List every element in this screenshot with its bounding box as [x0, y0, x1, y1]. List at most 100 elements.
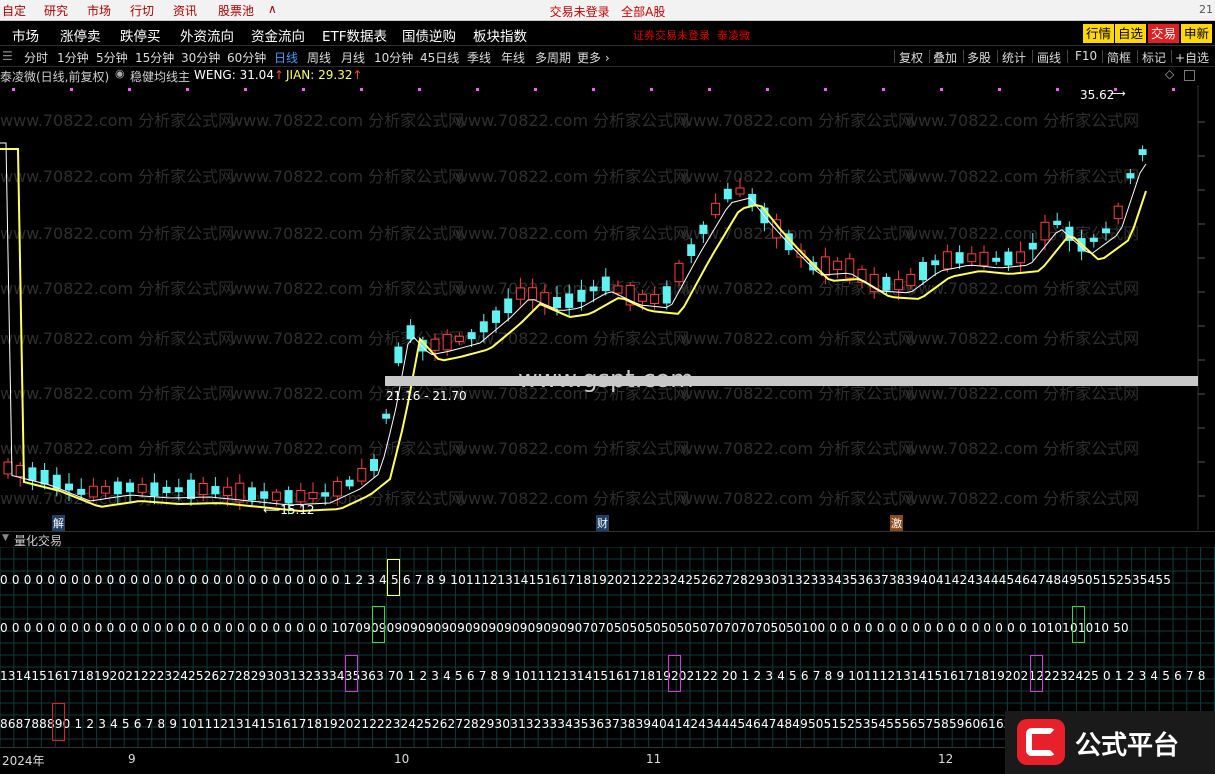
- nav-sector-index[interactable]: 板块指数: [473, 25, 527, 45]
- event-unlock-icon[interactable]: 解: [52, 515, 65, 531]
- jian-readout: JIAN: 29.32↑: [286, 68, 363, 82]
- candle-up: [906, 273, 916, 287]
- menu-icon[interactable]: ☰: [2, 49, 13, 63]
- period-10min[interactable]: 10分钟: [374, 49, 413, 66]
- event-incentive-icon[interactable]: 激: [890, 515, 903, 531]
- candle-up: [613, 285, 623, 294]
- time-label-year: 2024年: [2, 754, 45, 768]
- candle-down: [126, 482, 134, 493]
- period-15min[interactable]: 15分钟: [135, 49, 174, 66]
- candle-up: [894, 279, 904, 291]
- candle-down: [248, 487, 256, 501]
- gspt-logo: 公式平台: [1005, 711, 1215, 774]
- watchlist-button[interactable]: 自选: [1115, 24, 1146, 43]
- period-multi[interactable]: 多周期: [535, 49, 571, 66]
- tool-draw-line[interactable]: 画线: [1037, 49, 1061, 66]
- settings-icon[interactable]: ◉: [115, 67, 125, 80]
- signal-marker: [534, 88, 537, 91]
- tool-adjust[interactable]: 复权: [899, 49, 923, 66]
- period-tick[interactable]: 分时: [24, 49, 48, 66]
- candle-up: [967, 253, 977, 263]
- diamond-icon[interactable]: ◇: [1165, 67, 1174, 81]
- period-quarterly[interactable]: 季线: [467, 49, 491, 66]
- nav-repo[interactable]: 国债逆购: [402, 25, 456, 45]
- period-yearly[interactable]: 年线: [501, 49, 525, 66]
- nav-limit-up-sell[interactable]: 涨停卖: [60, 25, 101, 45]
- candle-down: [162, 486, 171, 494]
- trade-status-text: 证券交易未登录 泰凌微: [633, 29, 750, 42]
- signal-marker: [12, 88, 15, 91]
- up-arrow-icon: ↑: [352, 68, 363, 82]
- tool-multi-stock[interactable]: 多股: [967, 49, 991, 66]
- candle-down: [479, 321, 488, 333]
- nav-market[interactable]: 市场: [12, 25, 39, 45]
- period-more[interactable]: 更多 ›: [577, 49, 610, 66]
- candle-down: [40, 469, 49, 485]
- period-60min[interactable]: 60分钟: [227, 49, 266, 66]
- menu-item-stock-pool[interactable]: 股票池: [218, 2, 254, 19]
- menu-item-custom[interactable]: 自定: [2, 2, 26, 19]
- tool-f10[interactable]: F10: [1075, 49, 1097, 63]
- signal-marker: [650, 88, 653, 91]
- ipo-button[interactable]: 申新: [1181, 24, 1212, 43]
- candle-up: [833, 260, 843, 271]
- candle-down: [919, 261, 927, 281]
- candle-down: [394, 346, 403, 364]
- event-finance-icon[interactable]: 财: [596, 515, 609, 531]
- tool-mark[interactable]: 标记: [1142, 49, 1166, 66]
- period-toolbar: ☰ 分时 1分钟 5分钟 15分钟 30分钟 60分钟 日线 周线 月线 10分…: [0, 46, 1215, 67]
- period-monthly[interactable]: 月线: [341, 49, 365, 66]
- menu-item-news[interactable]: 资讯: [173, 2, 197, 19]
- tool-overlay[interactable]: 叠加: [933, 49, 957, 66]
- collapse-icon[interactable]: ∧: [268, 2, 277, 16]
- sequence-row: 868788890 1 2 3 4 5 6 7 8 9 101112131415…: [0, 717, 1095, 731]
- nav-etf-table[interactable]: ETF数据表: [322, 25, 387, 45]
- toolbar-divider: [929, 50, 930, 63]
- menu-item-switch[interactable]: 行切: [130, 2, 154, 19]
- tool-statistics[interactable]: 统计: [1002, 49, 1026, 66]
- time-label-month: 12: [938, 752, 954, 766]
- tool-simple-frame[interactable]: 简框: [1107, 49, 1131, 66]
- period-5min[interactable]: 5分钟: [96, 49, 128, 66]
- candle-down: [565, 293, 574, 308]
- tool-add-watchlist[interactable]: +自选: [1175, 49, 1209, 66]
- period-daily[interactable]: 日线: [274, 49, 298, 66]
- time-label-month: 9: [128, 752, 136, 766]
- candle-down: [699, 224, 708, 234]
- weng-readout: WENG: 31.04↑: [194, 68, 285, 82]
- sequence-row: 1314151617181920212223242526272829303132…: [0, 669, 1206, 683]
- period-45day[interactable]: 45日线: [420, 49, 459, 66]
- menu-item-market[interactable]: 市场: [87, 2, 111, 19]
- signal-marker: [766, 88, 769, 91]
- trade-button[interactable]: 交易: [1148, 24, 1179, 43]
- logo-text: 公式平台: [1075, 731, 1180, 761]
- candle-down: [321, 492, 330, 497]
- nav-capital-flow[interactable]: 资金流向: [251, 25, 305, 45]
- candle-down: [1028, 242, 1037, 250]
- signal-marker: [476, 88, 479, 91]
- signal-marker: [592, 88, 595, 91]
- signal-box: [668, 655, 681, 692]
- toolbar-divider: [963, 50, 964, 63]
- period-1min[interactable]: 1分钟: [57, 49, 89, 66]
- price-band: [385, 376, 1198, 386]
- maximize-icon[interactable]: [1184, 70, 1195, 81]
- site-watermark: www.gspt.com: [518, 365, 694, 393]
- market-scope: 全部A股: [621, 5, 666, 19]
- signal-marker: [70, 88, 73, 91]
- kline-chart[interactable]: www.70822.com 分析家公式网 www.70822.com 分析家公式…: [0, 85, 1215, 531]
- top-menu-bar: 自定 研究 市场 行切 资讯 股票池 ∧ 交易未登录 全部A股 21: [0, 0, 1215, 21]
- signal-box: [1072, 606, 1085, 643]
- period-30min[interactable]: 30分钟: [181, 49, 220, 66]
- candle-down: [553, 297, 561, 309]
- indicator-name[interactable]: 稳健均线主: [130, 68, 190, 85]
- stock-name: 泰凌微: [717, 29, 750, 42]
- nav-foreign-flow[interactable]: 外资流向: [180, 25, 234, 45]
- quote-button[interactable]: 行情: [1083, 24, 1114, 43]
- collapse-triangle-icon[interactable]: ▼: [2, 533, 9, 543]
- candle-down: [65, 483, 73, 491]
- menu-item-research[interactable]: 研究: [44, 2, 68, 19]
- period-weekly[interactable]: 周线: [307, 49, 331, 66]
- nav-limit-down-buy[interactable]: 跌停买: [120, 25, 161, 45]
- toolbar-divider: [894, 50, 895, 63]
